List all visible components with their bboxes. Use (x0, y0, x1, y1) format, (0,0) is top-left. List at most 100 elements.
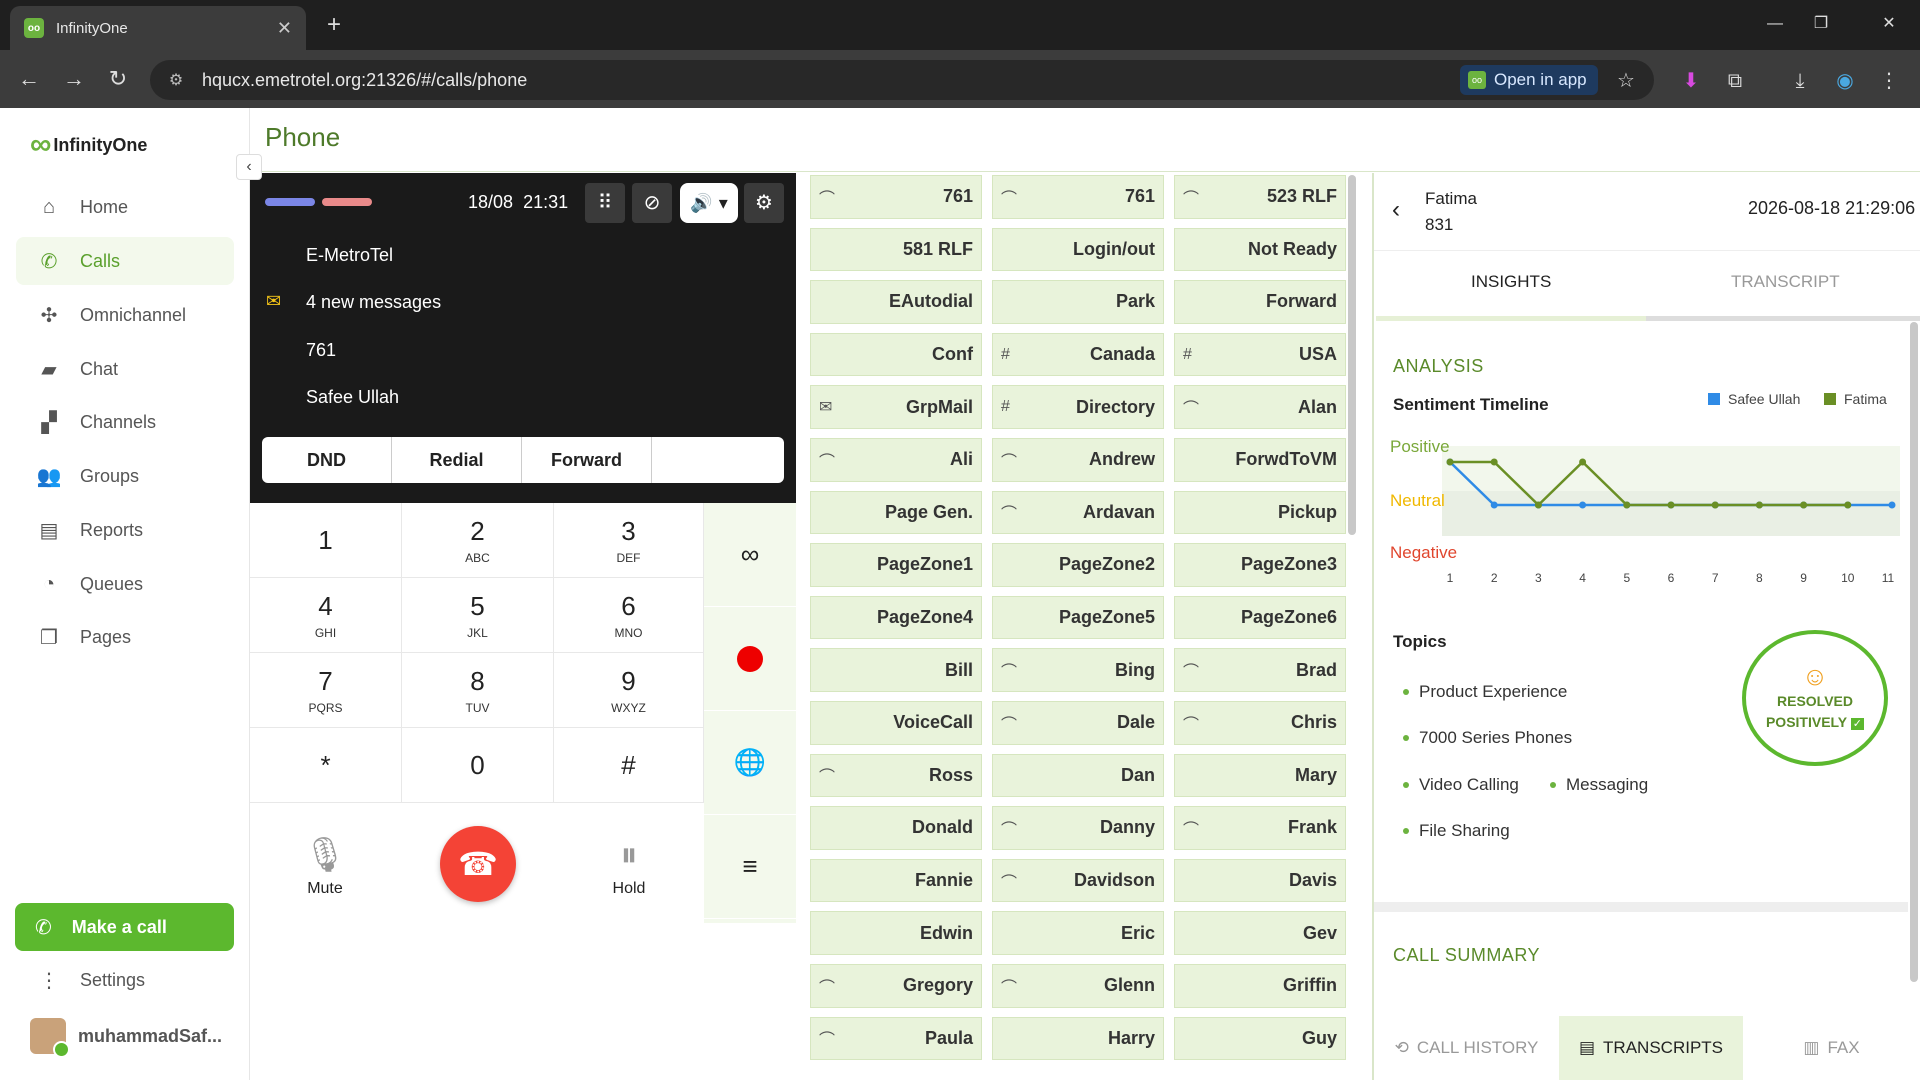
speed-dial-button[interactable]: ⌒ Brad (1174, 648, 1346, 692)
infinityone-logo[interactable]: ∞ InfinityOne (30, 128, 147, 161)
speed-dial-button[interactable]: Not Ready (1174, 227, 1346, 272)
speed-dial-button[interactable]: Eric (992, 911, 1164, 955)
panel-scrollbar[interactable] (1910, 322, 1918, 982)
settings-nav-item[interactable]: ⋮ Settings (16, 956, 234, 1004)
speed-dial-button[interactable]: ⌒ Ardavan (992, 490, 1164, 535)
sidebar-item-chat[interactable]: ▰ Chat (16, 345, 234, 393)
speed-dial-button[interactable]: PageZone2 (992, 543, 1164, 587)
tab-close-icon[interactable]: ✕ (277, 18, 292, 39)
tab-call-history[interactable]: ⟲ CALL HISTORY (1374, 1016, 1559, 1080)
gear-icon[interactable]: ⚙ (744, 183, 784, 223)
dialpad-key[interactable]: * (250, 728, 402, 803)
make-a-call-button[interactable]: ✆ Make a call (15, 903, 234, 951)
sidebar-item-queues[interactable]: ◔ Queues (16, 560, 234, 608)
site-info-icon[interactable]: ⚙ (164, 70, 188, 90)
mail-icon[interactable]: ✉ (266, 291, 281, 312)
speed-dial-button[interactable]: Dan (992, 753, 1164, 798)
speed-dial-button[interactable]: ⌒ 523 RLF (1174, 175, 1346, 219)
tab-transcript[interactable]: TRANSCRIPT (1731, 272, 1840, 292)
open-in-app-button[interactable]: oo Open in app (1460, 65, 1598, 95)
new-tab-button[interactable]: + (318, 10, 350, 42)
back-arrow-icon[interactable]: ← (12, 62, 46, 96)
dnd-button[interactable]: DND (262, 437, 392, 483)
mute-button[interactable]: 🎙 Mute (275, 830, 375, 898)
speed-dial-button[interactable]: Bill (810, 648, 982, 692)
speed-dial-button[interactable]: Gev (1174, 911, 1346, 955)
speed-dial-button[interactable]: PageZone1 (810, 543, 982, 587)
hangup-button[interactable]: ☎ (440, 826, 516, 902)
tab-fax[interactable]: ▥ FAX (1743, 1016, 1920, 1080)
tab-insights[interactable]: INSIGHTS (1471, 272, 1551, 292)
speed-dial-button[interactable]: ⌒ Frank (1174, 806, 1346, 850)
speed-dial-button[interactable]: Conf (810, 332, 982, 377)
dialpad-grid-icon[interactable]: ⠿ (585, 183, 625, 223)
new-messages[interactable]: 4 new messages (306, 292, 441, 313)
dialpad-key[interactable]: 3 DEF (554, 503, 704, 578)
dialpad-key[interactable]: 2 ABC (402, 503, 554, 578)
speed-dial-button[interactable]: Pickup (1174, 490, 1346, 535)
speed-dial-button[interactable]: ⌒ Danny (992, 806, 1164, 850)
globe-icon[interactable]: 🌐 (704, 711, 796, 815)
playlist-icon[interactable]: ≡ (704, 815, 796, 919)
speed-dial-button[interactable]: # Canada (992, 332, 1164, 377)
speed-dial-button[interactable]: ⌒ Paula (810, 1016, 982, 1061)
collapse-sidebar-button[interactable]: ‹ (236, 154, 262, 180)
speed-dial-button[interactable]: ⌒ Bing (992, 648, 1164, 692)
speed-dial-button[interactable]: Donald (810, 806, 982, 850)
speed-dial-button[interactable]: ⌒ Ali (810, 437, 982, 482)
sidebar-item-channels[interactable]: ▞ Channels (16, 398, 234, 446)
speed-dial-button[interactable]: PageZone5 (992, 595, 1164, 640)
speed-dial-button[interactable]: ⌒ 761 (992, 175, 1164, 219)
speed-dial-button[interactable]: Griffin (1174, 963, 1346, 1008)
speed-dial-button[interactable]: PageZone4 (810, 595, 982, 640)
menu-kebab-icon[interactable]: ⋮ (1874, 66, 1904, 96)
speed-dial-button[interactable]: Davis (1174, 858, 1346, 903)
empty-softkey[interactable] (652, 437, 784, 483)
speed-dial-button[interactable]: ⌒ Dale (992, 700, 1164, 745)
video-off-icon[interactable]: ⊘ (632, 183, 672, 223)
speed-dial-button[interactable]: Fannie (810, 858, 982, 903)
speed-dial-button[interactable]: VoiceCall (810, 700, 982, 745)
dialpad-key[interactable]: 7 PQRS (250, 653, 402, 728)
speed-dial-button[interactable]: # USA (1174, 332, 1346, 377)
close-window-icon[interactable]: ✕ (1866, 8, 1912, 40)
dialpad-key[interactable]: # (554, 728, 704, 803)
sidebar-item-home[interactable]: ⌂ Home (16, 183, 234, 231)
back-chevron-icon[interactable]: ‹ (1392, 196, 1400, 224)
sidebar-item-pages[interactable]: ❐ Pages (16, 613, 234, 661)
speed-dial-button[interactable]: ⌒ Gregory (810, 963, 982, 1008)
minimize-icon[interactable]: — (1752, 8, 1798, 40)
dialpad-key[interactable]: 4 GHI (250, 578, 402, 653)
forward-arrow-icon[interactable]: → (57, 62, 91, 96)
reload-icon[interactable]: ↻ (101, 62, 135, 96)
speed-dial-button[interactable]: ⌒ Ross (810, 753, 982, 798)
dialpad-key[interactable]: 6 MNO (554, 578, 704, 653)
user-profile[interactable]: muhammadSaf... (30, 1014, 222, 1058)
speed-dial-button[interactable]: ⌒ Alan (1174, 385, 1346, 429)
speaker-dropdown[interactable]: 🔊 ▾ (680, 183, 738, 223)
speed-dial-button[interactable]: # Directory (992, 385, 1164, 429)
speed-dial-button[interactable]: PageZone3 (1174, 543, 1346, 587)
forward-button[interactable]: Forward (522, 437, 652, 483)
dialpad-key[interactable]: 1 (250, 503, 402, 578)
speed-dial-button[interactable]: PageZone6 (1174, 595, 1346, 640)
sidebar-item-omnichannel[interactable]: ✣ Omnichannel (16, 291, 234, 339)
extension-download-icon[interactable]: ⬇ (1676, 66, 1706, 96)
speed-dial-button[interactable]: Mary (1174, 753, 1346, 798)
address-bar[interactable]: ⚙ hqucx.emetrotel.org:21326/#/calls/phon… (150, 60, 1654, 100)
speed-dial-button[interactable]: Forward (1174, 280, 1346, 324)
speed-dial-button[interactable]: Park (992, 280, 1164, 324)
speed-dial-button[interactable]: Harry (992, 1016, 1164, 1061)
dialpad-key[interactable]: 5 JKL (402, 578, 554, 653)
redial-button[interactable]: Redial (392, 437, 522, 483)
browser-tab[interactable]: oo InfinityOne ✕ (10, 6, 306, 50)
profile-icon[interactable]: ◉ (1830, 66, 1860, 96)
speed-dial-button[interactable]: 581 RLF (810, 227, 982, 272)
extensions-puzzle-icon[interactable]: ⧉ (1720, 66, 1750, 96)
speed-dial-button[interactable]: ⌒ Chris (1174, 700, 1346, 745)
restore-icon[interactable]: ❐ (1798, 8, 1844, 40)
speed-dial-button[interactable]: ⌒ Andrew (992, 437, 1164, 482)
sidebar-item-calls[interactable]: ✆ Calls (16, 237, 234, 285)
record-button[interactable] (704, 607, 796, 711)
hold-button[interactable]: ⏸ Hold (579, 830, 679, 898)
